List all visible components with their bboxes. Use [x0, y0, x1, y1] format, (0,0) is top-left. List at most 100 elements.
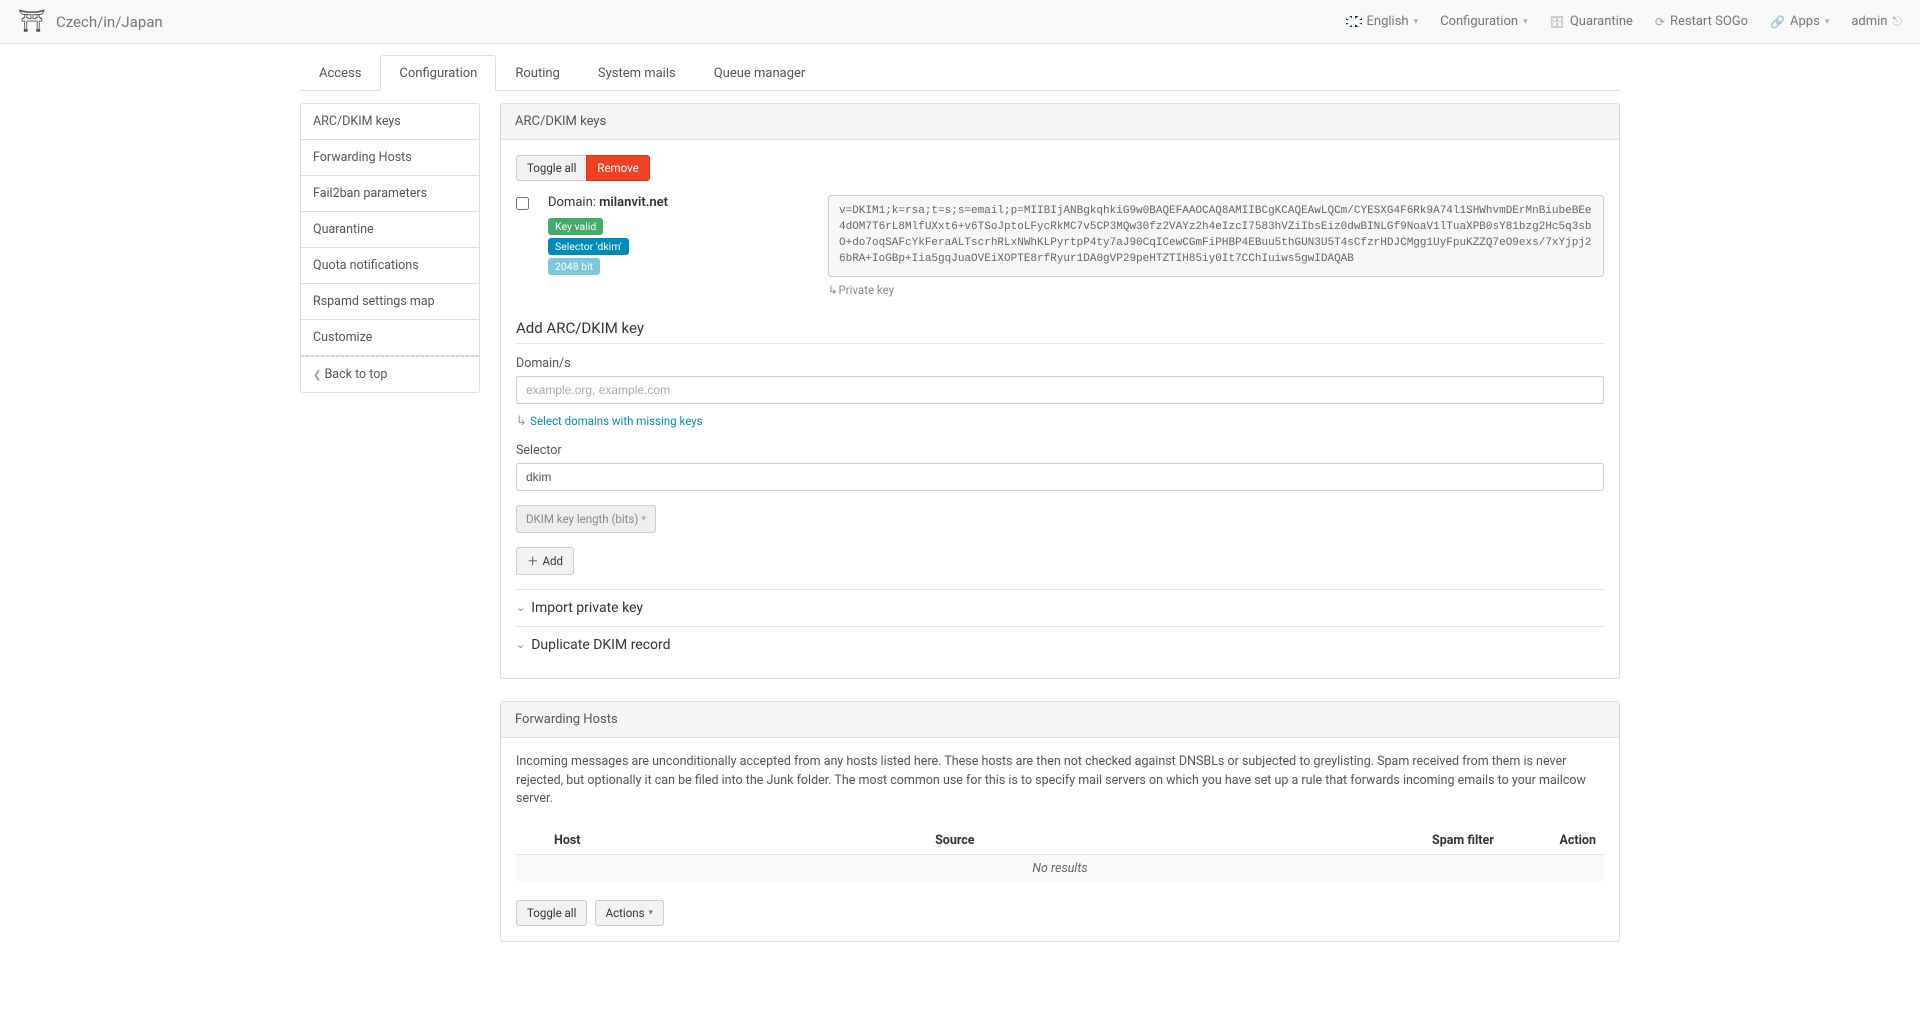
sidebar-item-quota[interactable]: Quota notifications — [301, 248, 479, 284]
dkim-domain: Domain: milanvit.net — [548, 195, 808, 210]
panel-forwarding-heading: Forwarding Hosts — [501, 702, 1619, 738]
form-group-domains: Domain/s ↳ Select domains with missing k… — [516, 356, 1604, 429]
chevron-down-icon: ⌄ — [516, 601, 525, 614]
chevron-left-icon: ❮ — [313, 370, 321, 381]
dkim-button-group: Toggle all Remove — [516, 155, 650, 181]
col-spam[interactable]: Spam filter — [1424, 827, 1504, 855]
nav-language-label: English — [1367, 14, 1409, 29]
chevron-down-icon: ▾ — [641, 514, 646, 524]
tab-routing[interactable]: Routing — [496, 55, 578, 91]
add-dkim-heading: Add ARC/DKIM key — [516, 319, 1604, 337]
forwarding-table: Host Source Spam filter Action No result… — [516, 827, 1604, 882]
nav-quarantine[interactable]: 🗄 Quarantine — [1550, 14, 1633, 29]
logout-icon: ⎋ — [1893, 14, 1903, 29]
tab-configuration[interactable]: Configuration — [380, 55, 496, 91]
panel-forwarding: Forwarding Hosts Incoming messages are u… — [500, 701, 1620, 942]
nav-apps[interactable]: 🔗 Apps ▾ — [1770, 14, 1829, 29]
panel-dkim: ARC/DKIM keys Toggle all Remove Domain: … — [500, 103, 1620, 679]
nav-user[interactable]: admin ⎋ — [1851, 14, 1902, 29]
sidebar: ARC/DKIM keys Forwarding Hosts Fail2ban … — [300, 103, 480, 393]
dkim-key-column: v=DKIM1;k=rsa;t=s;s=email;p=MIIBIjANBgkq… — [828, 195, 1604, 297]
sidebar-item-forwarding[interactable]: Forwarding Hosts — [301, 140, 479, 176]
dkim-domain-value: milanvit.net — [599, 195, 668, 210]
collapse-duplicate-label: Duplicate DKIM record — [531, 637, 670, 653]
form-group-add: ＋ Add — [516, 547, 1604, 575]
fw-actions-label: Actions — [606, 906, 645, 920]
arrow-icon: ↳ — [516, 414, 530, 429]
dkim-row: Domain: milanvit.net Key valid Selector … — [516, 195, 1604, 297]
form-group-length: DKIM key length (bits) ▾ — [516, 505, 1604, 533]
chevron-down-icon: ⌄ — [516, 638, 525, 651]
flag-icon — [1346, 16, 1362, 27]
dkim-info: Domain: milanvit.net Key valid Selector … — [548, 195, 808, 275]
chevron-down-icon: ▾ — [1825, 17, 1830, 27]
fw-actions-button[interactable]: Actions ▾ — [595, 900, 664, 926]
dkim-checkbox-wrap — [516, 195, 528, 214]
inbox-icon: 🗄 — [1550, 15, 1565, 29]
domains-input[interactable] — [516, 376, 1604, 404]
add-button-label: Add — [543, 554, 563, 568]
sidebar-item-fail2ban[interactable]: Fail2ban parameters — [301, 176, 479, 212]
selector-input[interactable] — [516, 463, 1604, 491]
fw-toggle-all-button[interactable]: Toggle all — [516, 900, 587, 926]
divider — [516, 343, 1604, 344]
collapse-import[interactable]: ⌄ Import private key — [516, 589, 1604, 626]
sidebar-item-back[interactable]: ❮ Back to top — [301, 356, 479, 392]
brand[interactable]: ⛩ Czech/in/Japan — [18, 11, 163, 33]
key-length-placeholder: DKIM key length (bits) — [526, 512, 638, 526]
form-group-selector: Selector — [516, 443, 1604, 491]
add-button[interactable]: ＋ Add — [516, 547, 574, 575]
badge-bits: 2048 bit — [548, 258, 600, 275]
nav-apps-label: Apps — [1790, 14, 1820, 29]
container: Access Configuration Routing System mail… — [285, 54, 1635, 964]
remove-button[interactable]: Remove — [586, 155, 649, 181]
main: ARC/DKIM keys Toggle all Remove Domain: … — [500, 103, 1620, 964]
nav-language[interactable]: English ▾ — [1346, 14, 1419, 29]
nav-restart[interactable]: ⟳ Restart SOGo — [1655, 14, 1748, 29]
plus-icon: ＋ — [527, 553, 539, 569]
col-action[interactable]: Action — [1504, 827, 1604, 855]
dkim-badges: Key valid Selector 'dkim' 2048 bit — [548, 218, 808, 275]
sidebar-item-arc-dkim[interactable]: ARC/DKIM keys — [301, 104, 479, 140]
sidebar-item-quarantine[interactable]: Quarantine — [301, 212, 479, 248]
col-host[interactable]: Host — [546, 827, 927, 855]
tabs: Access Configuration Routing System mail… — [300, 54, 1620, 91]
nav-quarantine-label: Quarantine — [1570, 14, 1633, 29]
badge-selector: Selector 'dkim' — [548, 238, 629, 255]
forwarding-desc: Incoming messages are unconditionally ac… — [516, 753, 1604, 809]
panel-dkim-heading: ARC/DKIM keys — [501, 104, 1619, 140]
private-key-link[interactable]: ↳ Private key — [828, 283, 1604, 297]
no-results: No results — [516, 855, 1604, 883]
chevron-down-icon: ▾ — [649, 908, 654, 918]
col-source[interactable]: Source — [927, 827, 1424, 855]
chevron-down-icon: ▾ — [1414, 17, 1419, 27]
collapse-duplicate[interactable]: ⌄ Duplicate DKIM record — [516, 626, 1604, 663]
tab-system-mails[interactable]: System mails — [579, 55, 695, 91]
nav-configuration-label: Configuration — [1440, 14, 1518, 29]
domains-label: Domain/s — [516, 356, 1604, 371]
tab-queue[interactable]: Queue manager — [695, 55, 825, 91]
brand-text: Czech/in/Japan — [56, 13, 163, 31]
dkim-key-box[interactable]: v=DKIM1;k=rsa;t=s;s=email;p=MIIBIjANBgkq… — [828, 195, 1604, 277]
arrow-icon: ↳ — [828, 283, 836, 297]
navbar: ⛩ Czech/in/Japan English ▾ Configuration… — [0, 0, 1920, 44]
missing-keys-link[interactable]: Select domains with missing keys — [530, 414, 703, 428]
key-length-select[interactable]: DKIM key length (bits) ▾ — [516, 505, 656, 533]
sidebar-item-customize[interactable]: Customize — [301, 320, 479, 356]
refresh-icon: ⟳ — [1655, 15, 1665, 29]
sidebar-item-rspamd[interactable]: Rspamd settings map — [301, 284, 479, 320]
toggle-all-button[interactable]: Toggle all — [516, 155, 586, 181]
selector-label: Selector — [516, 443, 1604, 458]
dkim-domain-label: Domain: — [548, 195, 599, 210]
nav-configuration[interactable]: Configuration ▾ — [1440, 14, 1528, 29]
chevron-down-icon: ▾ — [1523, 17, 1528, 27]
link-icon: 🔗 — [1770, 15, 1785, 29]
tab-access[interactable]: Access — [300, 55, 380, 91]
layout: ARC/DKIM keys Forwarding Hosts Fail2ban … — [300, 103, 1620, 964]
collapse-import-label: Import private key — [531, 600, 643, 616]
private-key-label: Private key — [839, 283, 895, 297]
logo-icon: ⛩ — [18, 11, 46, 33]
dkim-row-checkbox[interactable] — [516, 197, 529, 210]
badge-key-valid: Key valid — [548, 218, 603, 235]
navbar-right: English ▾ Configuration ▾ 🗄 Quarantine ⟳… — [1346, 14, 1902, 29]
